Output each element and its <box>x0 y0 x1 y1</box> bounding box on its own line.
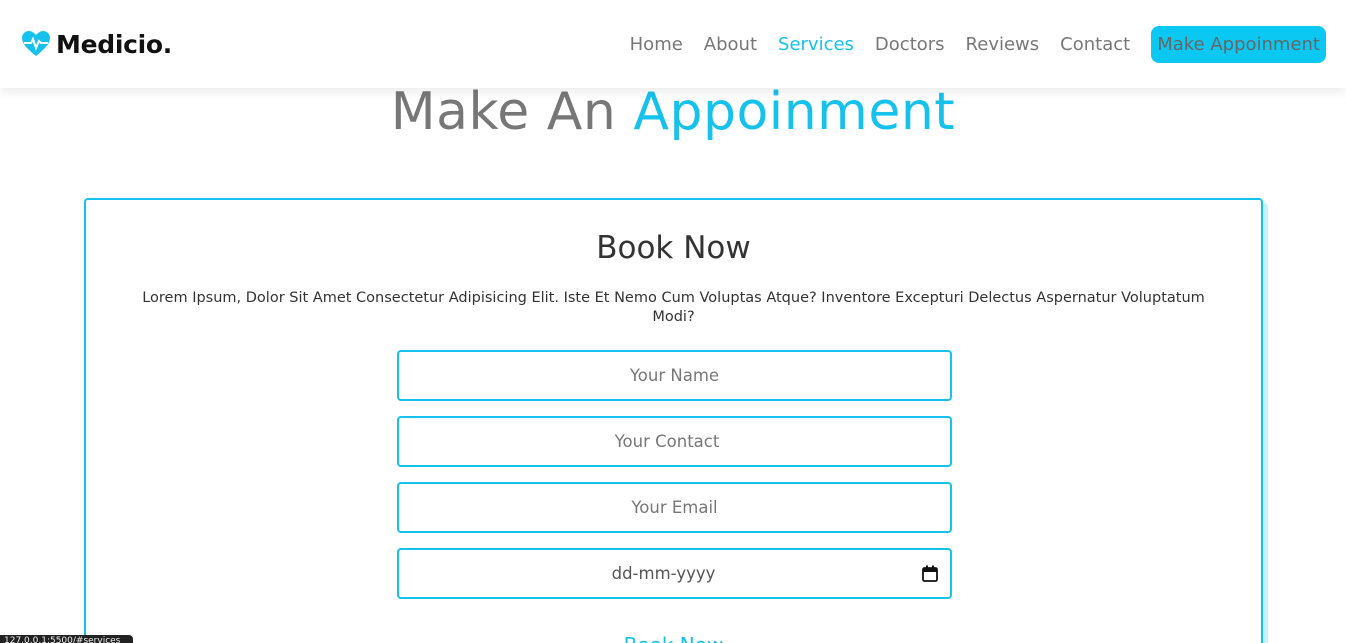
form-description: Lorem Ipsum, Dolor Sit Amet Consectetur … <box>142 290 1205 325</box>
main-nav: Home About Services Doctors Reviews Cont… <box>609 25 1326 63</box>
booking-form-card: Book Now Lorem Ipsum, Dolor Sit Amet Con… <box>84 198 1263 643</box>
heading-accent: Appoinment <box>633 82 956 142</box>
date-placeholder: dd-mm-yyyy <box>611 564 716 583</box>
heart-pulse-icon <box>22 31 50 56</box>
nav-contact[interactable]: Contact <box>1060 34 1130 55</box>
section-heading: Make An Appoinment <box>0 82 1346 142</box>
date-input[interactable]: dd-mm-yyyy <box>397 548 952 599</box>
nav-reviews[interactable]: Reviews <box>966 34 1040 55</box>
nav-doctors[interactable]: Doctors <box>875 34 945 55</box>
nav-home[interactable]: Home <box>630 34 683 55</box>
brand-logo[interactable]: Medicio. <box>22 30 172 59</box>
link-status-bar: 127.0.0.1:5500/#services <box>0 635 133 643</box>
nav-services[interactable]: Services <box>778 34 854 55</box>
nav-about[interactable]: About <box>704 34 757 55</box>
make-appointment-button[interactable]: Make Appoinment <box>1151 25 1326 63</box>
contact-input[interactable]: Your Contact <box>397 416 952 467</box>
heading-plain: Make An <box>390 82 617 142</box>
calendar-icon[interactable] <box>922 565 938 582</box>
email-input[interactable]: Your Email <box>397 482 952 533</box>
brand-name: Medicio. <box>56 29 172 59</box>
form-title: Book Now <box>596 230 751 266</box>
book-now-button[interactable]: Book Now <box>86 633 1261 643</box>
name-input[interactable]: Your Name <box>397 350 952 401</box>
site-header: Medicio. Home About Services Doctors Rev… <box>0 0 1346 88</box>
